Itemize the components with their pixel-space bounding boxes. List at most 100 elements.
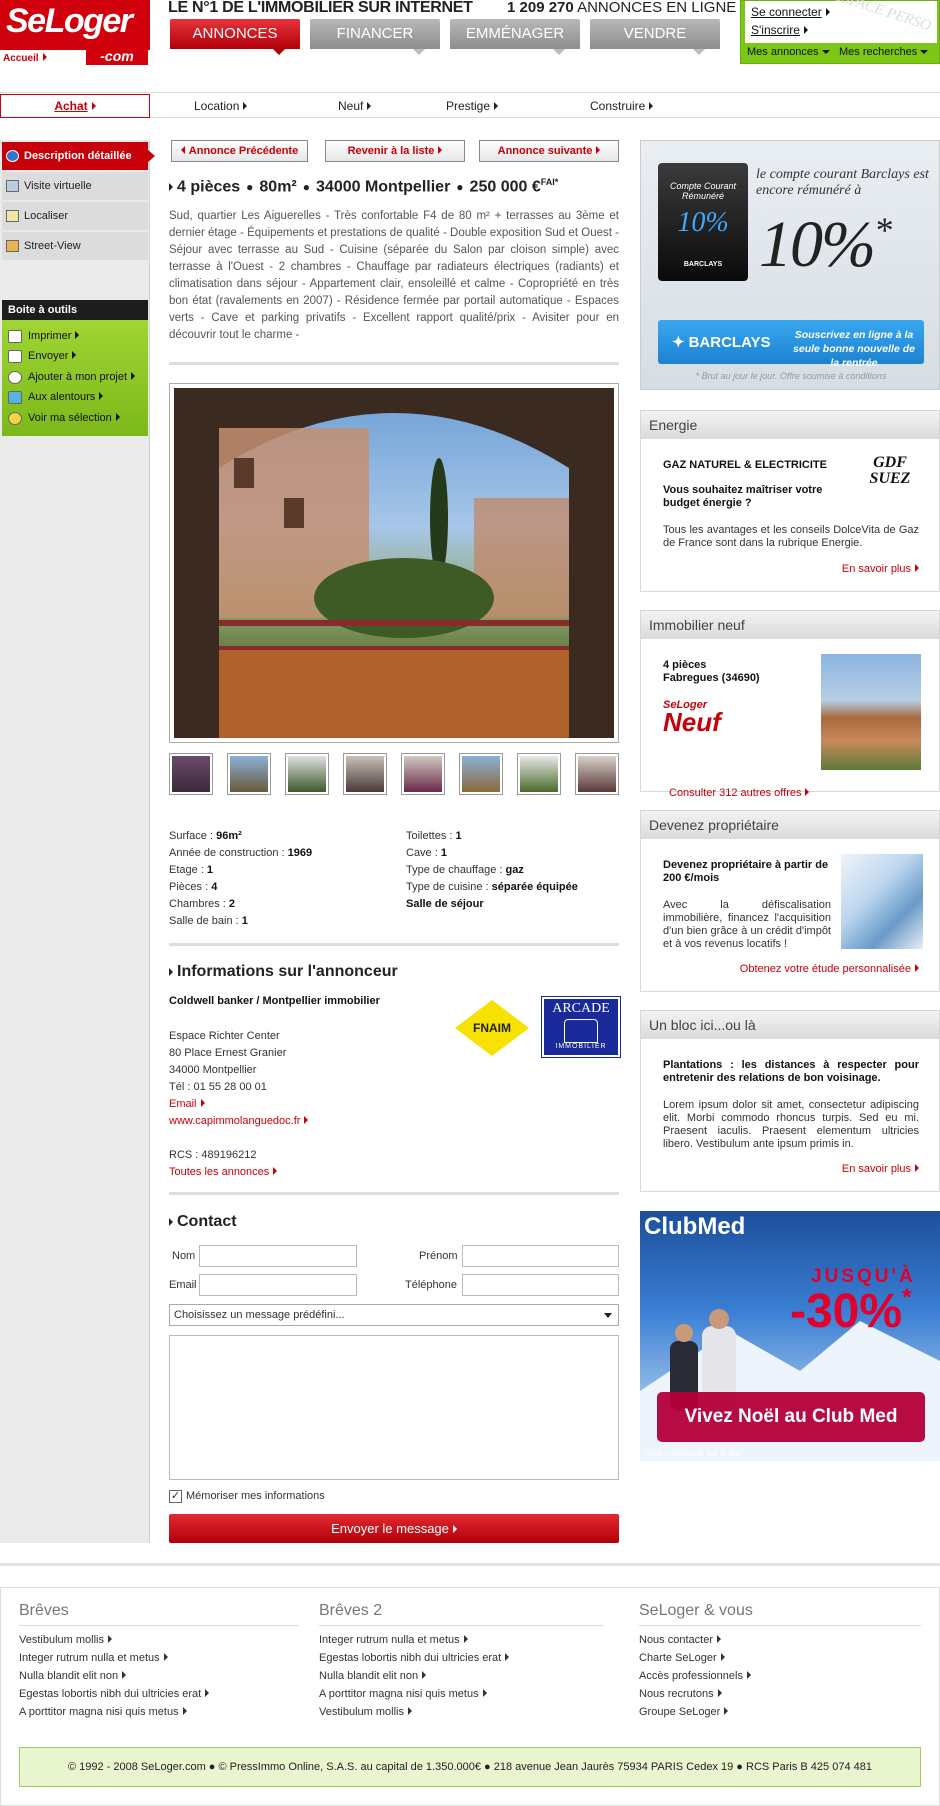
all-ads-link[interactable]: Toutes les annonces <box>169 1166 278 1178</box>
chevron-down-icon <box>920 50 929 54</box>
footer-col1-title: Brêves <box>19 1602 69 1619</box>
footer-link[interactable]: Egestas lobortis nibh dui ultricies erat <box>19 1688 210 1700</box>
menu-virtual-tour[interactable]: Visite virtuelle <box>2 172 148 200</box>
clubmed-ad[interactable]: ClubMed JUSQU'À -30%* Vivez Noël au Club… <box>640 1211 940 1461</box>
footer-link[interactable]: Charte SeLoger <box>639 1652 725 1664</box>
proprio-more-link[interactable]: Obtenez votre étude personnalisée <box>740 963 919 975</box>
listing-description: Sud, quartier Les Aiguerelles - Très con… <box>169 210 619 341</box>
tool-print[interactable]: Imprimer <box>8 330 80 343</box>
neuf-city: Fabregues (34690) <box>663 672 760 684</box>
tool-selection[interactable]: Voir ma sélection <box>8 412 120 425</box>
register-link[interactable]: S'inscrire <box>751 23 808 37</box>
footer-link[interactable]: Egestas lobortis nibh dui ultricies erat <box>319 1652 510 1664</box>
footer-link[interactable]: Nulla blandit elit non <box>319 1670 427 1682</box>
neuf-more-link[interactable]: Consulter 312 autres offres <box>669 787 810 799</box>
bank-card-image: Compte Courant Rémunéré 10% BARCLAYS <box>658 163 748 281</box>
footer-link[interactable]: Nulla blandit elit non <box>19 1670 127 1682</box>
prop-rooms: Pièces : 4 <box>169 881 218 893</box>
photo-thumbnail[interactable] <box>343 753 387 795</box>
advertiser-rcs: RCS : 489196212 <box>169 1149 257 1161</box>
barclays-cta-bar[interactable]: ✦ BARCLAYS Souscrivez en ligne à la seule… <box>658 320 924 369</box>
footer-link[interactable]: Vestibulum mollis <box>319 1706 412 1718</box>
photo-thumbnail[interactable] <box>517 753 561 795</box>
message-textarea[interactable] <box>169 1335 619 1480</box>
telephone-field[interactable] <box>462 1274 619 1296</box>
bloc-box: Un bloc ici...ou là Plantations : les di… <box>640 1010 940 1192</box>
footer-link[interactable]: A porttitor magna nisi quis metus <box>19 1706 187 1718</box>
email-field[interactable] <box>199 1274 357 1296</box>
neuf-title: Immobilier neuf <box>641 611 939 639</box>
subnav-location[interactable]: Location <box>194 99 248 113</box>
back-to-list-button[interactable]: Revenir à la liste <box>325 140 465 162</box>
camera-icon <box>6 180 19 192</box>
home-link[interactable]: Accueil <box>3 53 47 64</box>
login-link[interactable]: Se connecter <box>751 5 830 19</box>
site-logo[interactable]: SeLoger -com Accueil <box>0 0 150 70</box>
menu-street-view[interactable]: Street-View <box>2 232 148 260</box>
tab-emmenager[interactable]: EMMÉNAGER <box>450 19 580 55</box>
energie-box: Energie GAZ NATUREL & ELECTRICITE GDF SU… <box>640 410 940 592</box>
tool-nearby[interactable]: Aux alentours <box>8 391 104 404</box>
footer-link[interactable]: A porttitor magna nisi quis metus <box>319 1688 487 1700</box>
energie-more-link[interactable]: En savoir plus <box>842 563 919 575</box>
photo-thumbnail[interactable] <box>401 753 445 795</box>
footer-link[interactable]: Nous contacter <box>639 1634 721 1646</box>
memorize-checkbox[interactable]: ✓ <box>169 1490 182 1503</box>
envelope-icon <box>8 350 22 363</box>
advertiser-email-link[interactable]: Email <box>169 1098 205 1110</box>
subnav-prestige[interactable]: Prestige <box>446 99 499 113</box>
clubmed-conditions: *voir conditions sur le site <box>646 1448 743 1458</box>
previous-listing-button[interactable]: Annonce Précédente <box>171 140 308 162</box>
prenom-field[interactable] <box>462 1245 619 1267</box>
advertiser-address-1: Espace Richter Center <box>169 1030 280 1042</box>
tool-send[interactable]: Envoyer <box>8 350 77 363</box>
bloc-text: Lorem ipsum dolor sit amet, consectetur … <box>663 1099 919 1150</box>
printer-icon <box>8 330 22 343</box>
tab-annonces[interactable]: ANNONCES <box>170 19 300 55</box>
photo-thumbnail[interactable] <box>285 753 329 795</box>
footer-link[interactable]: Integer rutrum nulla et metus <box>19 1652 168 1664</box>
couple-photo <box>841 854 923 949</box>
prop-living-room: Salle de séjour <box>406 898 484 910</box>
subnav-neuf[interactable]: Neuf <box>338 99 372 113</box>
send-message-button[interactable]: Envoyer le message <box>169 1514 619 1543</box>
photo-thumbnail[interactable] <box>227 753 271 795</box>
tool-add-project[interactable]: Ajouter à mon projet <box>8 371 136 384</box>
footer-link[interactable]: Groupe SeLoger <box>639 1706 729 1718</box>
arcade-logo: ARCADE IMMOBILIER <box>541 996 621 1058</box>
menu-localiser[interactable]: Localiser <box>2 202 148 230</box>
info-icon <box>6 150 19 162</box>
prenom-label: Prénom <box>419 1250 458 1262</box>
grid-icon <box>8 391 22 404</box>
photo-thumbnail[interactable] <box>459 753 503 795</box>
footer-link[interactable]: Integer rutrum nulla et metus <box>319 1634 468 1646</box>
main-photo[interactable] <box>169 383 619 743</box>
nom-field[interactable] <box>199 1245 357 1267</box>
tab-financer[interactable]: FINANCER <box>310 19 440 55</box>
photo-thumbnail[interactable] <box>169 753 213 795</box>
barclays-cta: Souscrivez en ligne à la seule bonne nou… <box>793 329 915 369</box>
subnav-construire[interactable]: Construire <box>590 99 654 113</box>
new-building-image <box>821 654 921 770</box>
menu-description[interactable]: Description détaillée <box>2 142 155 170</box>
footer-link[interactable]: Accès professionnels <box>639 1670 751 1682</box>
barclays-brand: ✦ BARCLAYS <box>672 334 771 351</box>
energie-subtitle: GAZ NATUREL & ELECTRICITE <box>663 459 827 471</box>
prop-heating: Type de chauffage : gaz <box>406 864 524 876</box>
gdf-suez-logo: GDF SUEZ <box>869 454 911 487</box>
footer-link[interactable]: Nous recrutons <box>639 1688 722 1700</box>
tab-vendre[interactable]: VENDRE <box>590 19 720 55</box>
my-ads-menu[interactable]: Mes annonces <box>747 46 830 58</box>
chevron-down-icon <box>604 1313 612 1318</box>
bloc-more-link[interactable]: En savoir plus <box>842 1163 919 1175</box>
advertiser-website-link[interactable]: www.capimmolanguedoc.fr <box>169 1115 309 1127</box>
my-searches-menu[interactable]: Mes recherches <box>839 46 929 58</box>
next-listing-button[interactable]: Annonce suivante <box>479 140 619 162</box>
predefined-message-select[interactable]: Choisissez un message prédéfini... <box>169 1304 619 1326</box>
barclays-ad[interactable]: Compte Courant Rémunéré 10% BARCLAYS le … <box>640 140 940 390</box>
energie-question: Vous souhaitez maîtriser votre budget én… <box>663 484 823 509</box>
subnav-achat[interactable]: Achat <box>0 94 150 118</box>
photo-thumbnail[interactable] <box>575 753 619 795</box>
advertiser-address-2: 80 Place Ernest Granier <box>169 1047 287 1059</box>
footer-link[interactable]: Vestibulum mollis <box>19 1634 112 1646</box>
